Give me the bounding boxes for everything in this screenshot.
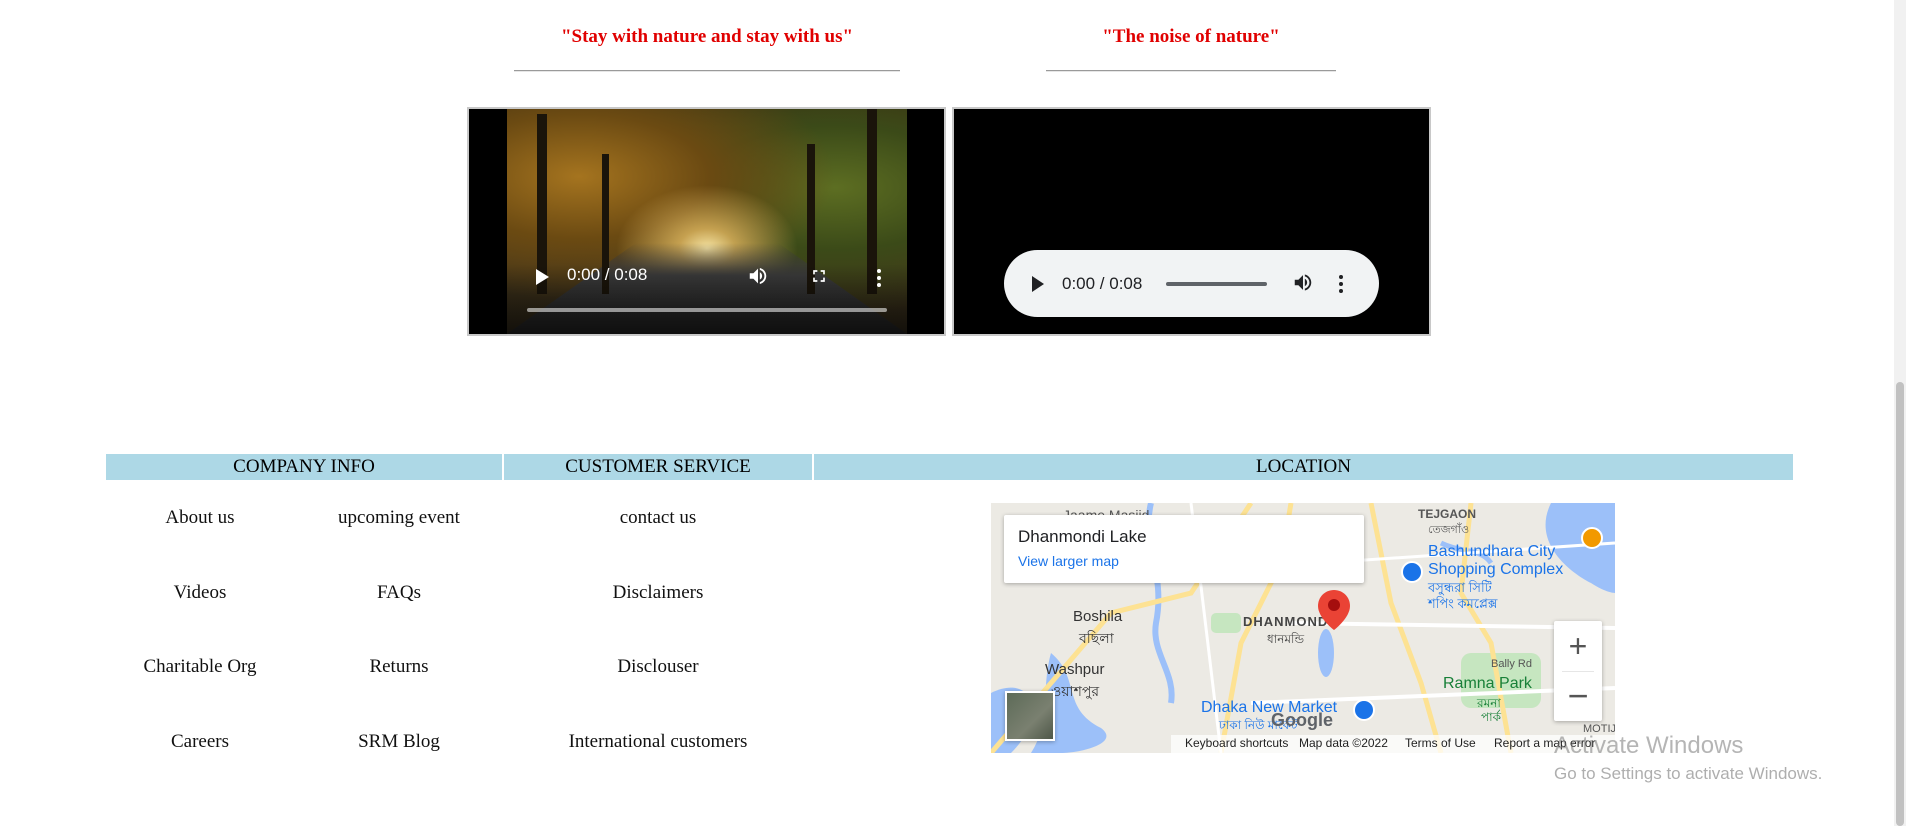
zoom-out-icon[interactable]: − — [1554, 671, 1602, 721]
place-info-card: Dhanmondi Lake View larger map — [1004, 515, 1364, 583]
map-zoom-controls: + − — [1554, 621, 1602, 721]
activate-windows-subtitle: Go to Settings to activate Windows. — [1554, 764, 1823, 783]
footer-link-charitable-org[interactable]: Charitable Org — [100, 656, 300, 678]
map-label-bally-rd: Bally Rd — [1491, 658, 1532, 670]
audio-player[interactable]: 0:00 / 0:08 — [1004, 250, 1379, 317]
market-pin-icon — [1353, 699, 1375, 721]
food-pin-icon — [1581, 527, 1603, 549]
map-label-washpur: Washpur — [1045, 661, 1105, 678]
map-label-tejgaon: TEJGAON — [1418, 507, 1477, 521]
audio-play-icon[interactable] — [1032, 275, 1044, 292]
quote-divider-1 — [514, 70, 900, 72]
nature-quote-1: "Stay with nature and stay with us" — [560, 26, 854, 47]
map-label-ramna: Ramna Park — [1443, 675, 1532, 692]
customer-service-heading: CUSTOMER SERVICE — [504, 454, 812, 480]
audio-volume-icon[interactable] — [1292, 271, 1314, 298]
company-info-heading: COMPANY INFO — [106, 454, 502, 480]
terms-of-use-link[interactable]: Terms of Use — [1405, 736, 1476, 750]
audio-player-frame: 0:00 / 0:08 — [952, 107, 1431, 336]
map-marker-icon[interactable] — [1316, 588, 1352, 632]
more-options-icon[interactable] — [877, 269, 881, 287]
fullscreen-icon[interactable] — [809, 266, 829, 291]
google-logo: Google — [1271, 710, 1333, 730]
footer-link-about-us[interactable]: About us — [100, 507, 300, 529]
footer-link-contact-us[interactable]: contact us — [504, 507, 812, 529]
map-label-washpur-bn: ওয়াশপুর — [1051, 683, 1100, 699]
map-label-dhanmondi-bn: ধানমন্ডি — [1267, 632, 1305, 646]
shopping-pin-icon — [1401, 561, 1423, 583]
place-title: Dhanmondi Lake — [1018, 527, 1147, 546]
keyboard-shortcuts-link[interactable]: Keyboard shortcuts — [1185, 736, 1288, 750]
play-icon[interactable] — [536, 269, 549, 285]
activate-windows-title: Activate Windows — [1554, 732, 1744, 759]
location-heading: LOCATION — [814, 454, 1793, 480]
volume-icon[interactable] — [747, 265, 769, 292]
audio-progress-bar[interactable] — [1166, 281, 1267, 286]
footer-link-disclaimers[interactable]: Disclaimers — [504, 582, 812, 604]
view-larger-map-link[interactable]: View larger map — [1018, 553, 1119, 569]
zoom-in-icon[interactable]: + — [1554, 621, 1602, 671]
footer-link-faqs[interactable]: FAQs — [299, 582, 499, 604]
map-label-boshila: Boshila — [1073, 608, 1123, 625]
footer-link-international-customers[interactable]: International customers — [504, 731, 812, 753]
footer-link-returns[interactable]: Returns — [299, 656, 499, 678]
map-footer-bar: Keyboard shortcuts Map data ©2022 Terms … — [1171, 735, 1615, 753]
location-map[interactable]: Jaame Masjid TEJGAON তেজগাঁও Bashundhara… — [991, 503, 1615, 753]
map-label-ramna-bn2: পার্ক — [1481, 710, 1502, 724]
video-player[interactable]: 0:00 / 0:08 — [467, 107, 946, 336]
footer-link-disclouser[interactable]: Disclouser — [504, 656, 812, 678]
map-label-tejgaon-bn: তেজগাঁও — [1428, 524, 1470, 536]
map-label-bashundhara-bn2: শপিং কমপ্লেক্স — [1428, 596, 1498, 611]
page-scrollbar[interactable] — [1894, 0, 1906, 826]
quote-divider-2 — [1046, 70, 1336, 72]
video-time: 0:00 / 0:08 — [567, 265, 648, 284]
footer-link-srm-blog[interactable]: SRM Blog — [299, 731, 499, 753]
footer-link-careers[interactable]: Careers — [100, 731, 300, 753]
footer-link-upcoming-event[interactable]: upcoming event — [299, 507, 499, 529]
audio-more-options-icon[interactable] — [1339, 274, 1343, 293]
satellite-toggle[interactable] — [1005, 691, 1055, 741]
map-label-bashundhara-2: Shopping Complex — [1428, 561, 1564, 578]
footer-link-videos[interactable]: Videos — [100, 582, 300, 604]
video-progress-bar[interactable] — [527, 308, 887, 312]
map-label-bashundhara: Bashundhara City — [1428, 543, 1556, 560]
map-label-boshila-bn: বছিলা — [1079, 630, 1114, 646]
nature-quote-2: "The noise of nature" — [1102, 26, 1280, 47]
audio-time: 0:00 / 0:08 — [1062, 273, 1143, 293]
map-data-text: Map data ©2022 — [1299, 736, 1388, 750]
scrollbar-thumb[interactable] — [1896, 382, 1904, 826]
